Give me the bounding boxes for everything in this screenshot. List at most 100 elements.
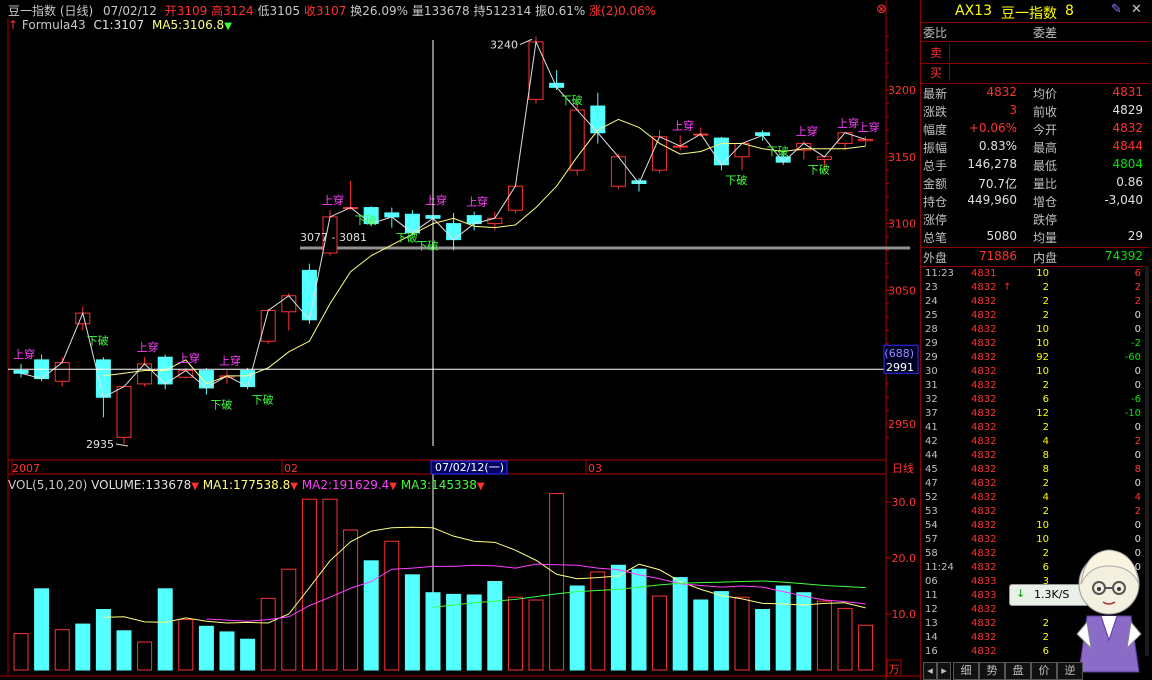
speed-down-icon: ↓ <box>1016 587 1026 600</box>
stat-value: 0.83% <box>978 139 1017 153</box>
instrument-num: 8 <box>1065 3 1074 19</box>
stat-label: 量比 <box>1033 177 1058 191</box>
chart-close-icon[interactable]: ⊗ <box>876 2 887 17</box>
volume-bar <box>610 564 626 671</box>
quote-side-panel: AX13 豆一指数 8 ✎ ✕ 委比 委差 卖 买 最新 4832 均价 4831 涨跌… <box>920 0 1152 680</box>
volume-bar <box>363 560 379 671</box>
tick-delta: 2 <box>1134 296 1141 307</box>
tick-time: 11:23 <box>925 268 954 279</box>
close-icon[interactable]: ✕ <box>1131 2 1142 17</box>
tick-price: 4832 <box>971 632 997 643</box>
tick-time: 42 <box>925 436 938 447</box>
stat-label: 振幅 <box>923 141 948 155</box>
header-low: 低3105 <box>257 4 301 18</box>
volume-bar <box>343 529 359 671</box>
stat-value: 0.86 <box>1116 175 1143 189</box>
tick-qty: 8 <box>1042 450 1049 461</box>
header-turnover: 换26.09% <box>350 4 409 18</box>
tab-detail[interactable]: 细 <box>953 662 979 680</box>
tick-qty: 10 <box>1036 534 1049 545</box>
tick-time: 54 <box>925 520 938 531</box>
outer-label: 外盘 <box>923 251 948 265</box>
tick-scrollbar[interactable] <box>1145 266 1149 656</box>
volume-header: VOL(5,10,20) VOLUME:133678▼ MA1:177538.8… <box>8 478 485 492</box>
volume-bar <box>178 619 194 671</box>
tick-row: 24 4832 2 2 <box>921 296 1149 310</box>
time-label-02: 02 <box>284 462 298 475</box>
formula-name[interactable]: Formula43 <box>22 18 86 32</box>
tick-price: 4832 <box>971 492 997 503</box>
tab-prev-icon[interactable]: ◂ <box>923 662 937 680</box>
tick-price: 4832 <box>971 394 997 405</box>
candle-body <box>713 137 729 166</box>
kline-chart[interactable]: 3200315031003050295030.020.010.0上穿上穿上穿 上穿… <box>0 0 920 680</box>
candle-body <box>384 212 400 218</box>
volume-bar <box>549 493 565 671</box>
break-down-label: 下破 <box>355 213 377 227</box>
break-up-label: 上穿 <box>13 347 35 361</box>
candle-body <box>652 136 668 171</box>
tab-book[interactable]: 盘 <box>1005 662 1031 680</box>
tick-qty: 2 <box>1042 506 1049 517</box>
tick-price: 4833 <box>971 576 997 587</box>
tab-trend[interactable]: 势 <box>979 662 1005 680</box>
tick-row: 25 4832 2 0 <box>921 310 1149 324</box>
tab-price[interactable]: 价 <box>1031 662 1057 680</box>
tick-price: 4832 <box>971 478 997 489</box>
stat-label: 最新 <box>923 87 948 101</box>
tick-time: 41 <box>925 422 938 433</box>
vol-name[interactable]: VOL(5,10,20) <box>8 478 87 492</box>
volume-bar <box>713 591 729 671</box>
pen-icon[interactable]: ✎ <box>1111 2 1122 17</box>
stat-value: 4844 <box>1112 139 1143 153</box>
break-down-label: 下破 <box>416 239 438 253</box>
tick-price: 4832 <box>971 464 997 475</box>
tick-delta: 0 <box>1134 324 1141 335</box>
buy-row: 买 <box>921 63 1149 84</box>
volume-bar <box>631 568 647 671</box>
stat-row: 涨停 跌停 <box>921 210 1149 228</box>
period-label: 日线 <box>892 461 914 475</box>
volume-bar <box>425 592 441 671</box>
tick-delta: 0 <box>1134 450 1141 461</box>
tick-qty: 2 <box>1042 380 1049 391</box>
tick-row: 47 4832 2 0 <box>921 478 1149 492</box>
volume-bar <box>116 630 132 671</box>
tick-row: 29 4832 92 -60 <box>921 352 1149 366</box>
tick-row: 28 4832 10 0 <box>921 324 1149 338</box>
candle-body <box>858 138 874 142</box>
stat-value: 29 <box>1127 229 1143 243</box>
tick-row: 11:23 4831 10 6 <box>921 268 1149 282</box>
tick-qty: 6 <box>1042 394 1049 405</box>
stat-label: 最低 <box>1033 159 1058 173</box>
break-up-label: 上穿 <box>178 351 200 365</box>
tick-time: 11:24 <box>925 562 954 573</box>
candle-body <box>404 213 420 234</box>
tick-row: 44 4832 8 0 <box>921 450 1149 464</box>
volume-bar <box>404 574 420 671</box>
volume-bar <box>590 571 606 671</box>
ma3-up-icon: ▼ <box>476 481 485 492</box>
break-down-label: 下破 <box>252 392 274 406</box>
vol-up-icon: ▼ <box>191 481 199 492</box>
tick-qty: 10 <box>1036 366 1049 377</box>
volume-bar <box>652 595 668 671</box>
tick-time: 14 <box>925 632 938 643</box>
tab-reverse[interactable]: 逆 <box>1057 662 1083 680</box>
break-up-label: 上穿 <box>425 193 447 207</box>
vol-ma1: MA1:177538.8 <box>202 478 291 492</box>
stat-row: 持仓 449,960 增仓 -3,040 <box>921 192 1149 210</box>
tick-time: 32 <box>925 394 938 405</box>
ma5-value: MA5:3106.8 <box>151 18 225 32</box>
volume-bar <box>569 585 585 671</box>
tick-arrow: ↑ <box>1003 282 1012 293</box>
vol-ma3: MA3:145338 <box>400 478 477 492</box>
tick-qty: 6 <box>1042 562 1049 573</box>
tick-time: 25 <box>925 310 938 321</box>
tick-price: 4832 <box>971 562 997 573</box>
candle-body <box>610 156 626 187</box>
tab-next-icon[interactable]: ▸ <box>937 662 951 680</box>
break-down-label: 下破 <box>561 93 583 107</box>
cursor-date: 07/02/12(一) <box>435 461 504 474</box>
chart-area[interactable]: 3200 3150 3100 3050 2950 30.0 20.0 10.0 上穿 上穿 上穿 上穿… <box>0 0 920 680</box>
